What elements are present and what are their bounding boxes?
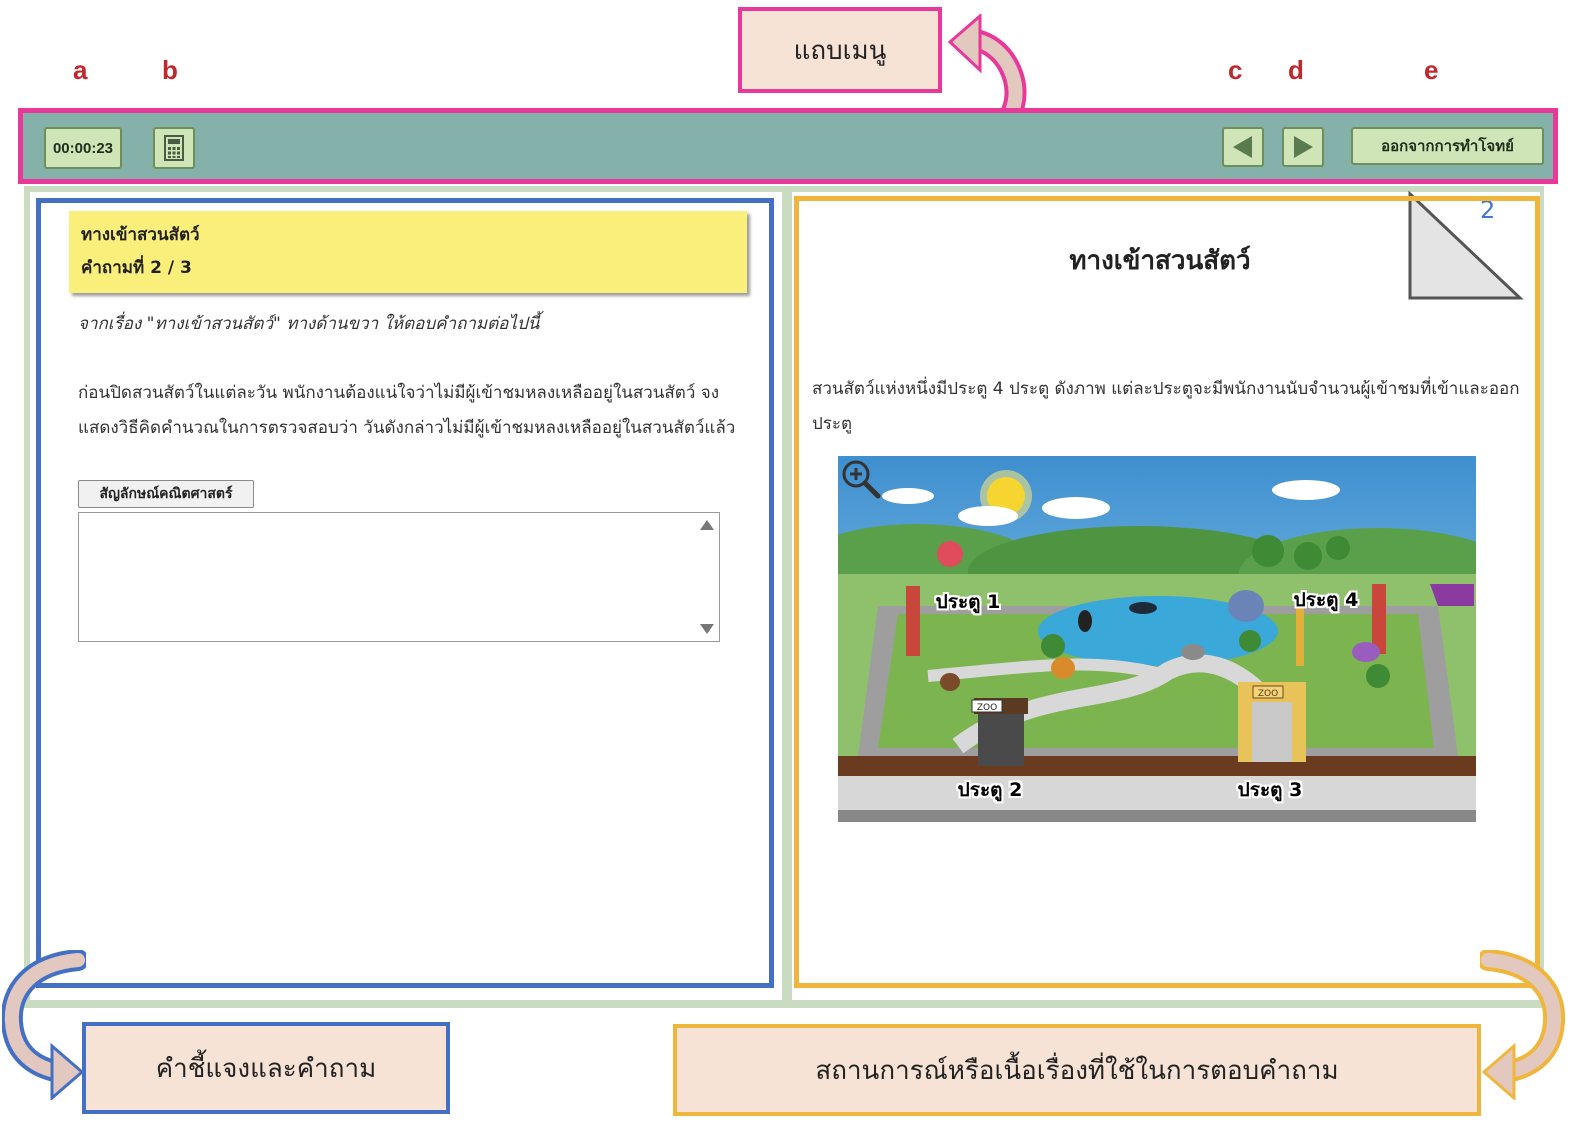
timer: 00:00:23: [44, 127, 122, 169]
triangle-right-icon: [1294, 136, 1313, 158]
story-callout-text: สถานการณ์หรือเนื้อเรื่องที่ใช้ในการตอบคำ…: [815, 1055, 1339, 1086]
left-curved-arrow-icon: [2, 950, 86, 1100]
label-d: d: [1288, 55, 1304, 85]
question-panel-frame: [36, 198, 774, 988]
menu-bar-callout: แถบเมนู: [738, 7, 942, 93]
label-a: a: [73, 55, 88, 85]
story-callout: สถานการณ์หรือเนื้อเรื่องที่ใช้ในการตอบคำ…: [673, 1024, 1481, 1116]
label-b: b: [162, 55, 178, 85]
menu-bar-callout-text: แถบเมนู: [793, 35, 887, 66]
story-panel-frame: [794, 196, 1540, 988]
question-callout: คำชี้แจงและคำถาม: [82, 1022, 450, 1114]
triangle-left-icon: [1233, 136, 1252, 158]
next-button[interactable]: [1282, 127, 1324, 167]
calculator-icon: [164, 135, 184, 161]
exit-button[interactable]: ออกจากการทำโจทย์: [1351, 127, 1544, 165]
label-c: c: [1228, 55, 1243, 85]
menu-bar: [18, 108, 1558, 184]
previous-button[interactable]: [1222, 127, 1264, 167]
label-e: e: [1424, 55, 1439, 85]
question-callout-text: คำชี้แจงและคำถาม: [155, 1053, 377, 1084]
right-curved-arrow-icon: [1480, 950, 1566, 1100]
calculator-button[interactable]: [153, 127, 195, 169]
